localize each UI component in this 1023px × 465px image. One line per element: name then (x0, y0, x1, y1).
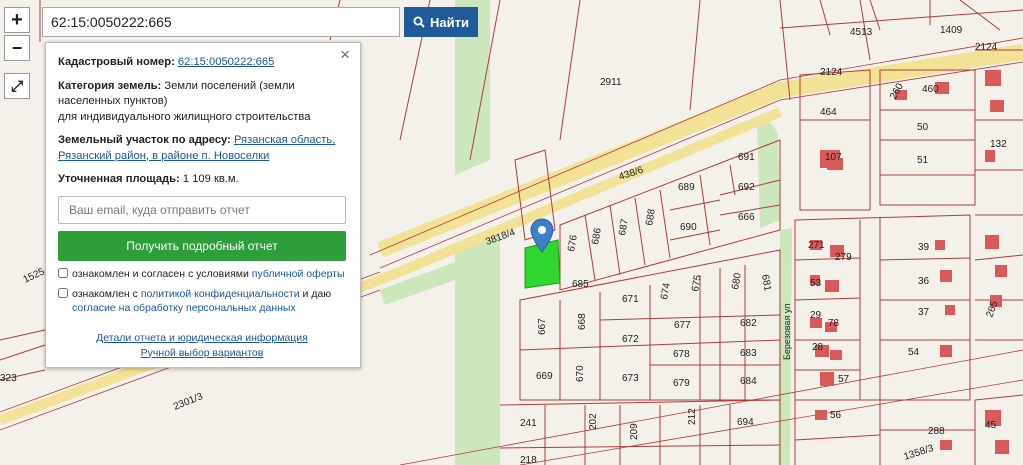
map-label: 28 (812, 342, 824, 353)
parcel-info-popup: × Кадастровый номер: 62:15:0050222:665 К… (45, 42, 361, 368)
map-label: 684 (740, 376, 757, 387)
map-label: 678 (673, 349, 690, 360)
street-label: Березовая ул (782, 304, 792, 360)
cadastral-number-link[interactable]: 62:15:0050222:665 (178, 56, 274, 68)
map-label: 29 (810, 310, 822, 321)
map-label: 45 (985, 420, 997, 431)
map-label: 685 (572, 279, 589, 290)
map-label: 464 (820, 107, 837, 118)
address-label: Земельный участок по адресу: (58, 134, 231, 146)
zoom-in-button[interactable]: + (4, 7, 30, 33)
map-label: 107 (825, 152, 842, 163)
get-report-button[interactable]: Получить подробный отчет (58, 230, 346, 261)
map-label: 51 (917, 155, 929, 166)
map-label: 669 (536, 371, 553, 382)
map-label: 679 (673, 378, 690, 389)
map-label: 670 (575, 365, 586, 382)
privacy-link[interactable]: политикой конфиденциальности (141, 288, 300, 300)
map-label: 672 (622, 334, 639, 345)
area-label: Уточненная площадь: (58, 173, 180, 185)
map-label: 671 (622, 294, 639, 305)
map-label: 39 (918, 242, 930, 253)
map-label: 56 (830, 410, 842, 421)
search-icon (413, 16, 425, 28)
map-label: 241 (520, 418, 537, 429)
details-link[interactable]: Детали отчета и юридическая информация (96, 332, 308, 344)
map-label: 2911 (600, 77, 622, 88)
map-label: 666 (738, 212, 755, 223)
privacy-checkbox[interactable] (58, 287, 68, 298)
land-category-label: Категория земель: (58, 79, 162, 92)
map-label: 677 (674, 320, 691, 331)
email-field[interactable] (58, 195, 346, 224)
zoom-out-button[interactable]: − (4, 35, 30, 61)
manual-selection-link[interactable]: Ручной выбор вариантов (141, 347, 264, 359)
map-label: 78 (828, 318, 840, 329)
map-label: 218 (520, 455, 537, 465)
map-label: 57 (838, 374, 850, 385)
search-button[interactable]: Найти (404, 7, 478, 37)
consent-link[interactable]: согласие на обработку персональных данны… (72, 302, 296, 314)
terms-label: ознакомлен и согласен с условиями публич… (72, 267, 345, 280)
map-label: 36 (918, 276, 930, 287)
map-label: 4513 (850, 27, 873, 38)
search-input[interactable] (42, 7, 400, 37)
map-label: 2124 (975, 42, 998, 53)
map-label: 682 (740, 318, 757, 329)
fullscreen-button[interactable]: ⤢ (4, 73, 30, 99)
map-label: 37 (918, 307, 930, 318)
map-label: 50 (917, 122, 929, 133)
map-label: 689 (678, 182, 695, 193)
map-label: 460 (922, 84, 939, 95)
map-label: 692 (738, 182, 755, 193)
map-label: 673 (622, 373, 639, 384)
map-label: 132 (990, 139, 1007, 150)
map-label: 279 (835, 252, 852, 263)
cadastral-number-label: Кадастровый номер: (58, 56, 175, 68)
map-label: 683 (740, 348, 757, 359)
map-label: 202 (588, 413, 599, 430)
map-label: 694 (737, 417, 754, 428)
map-label: 2124 (820, 67, 843, 78)
search-button-label: Найти (430, 14, 469, 30)
map-label: 271 (808, 240, 825, 251)
map-label: 323 (0, 373, 17, 384)
map-label: 212 (687, 408, 698, 425)
area-value: 1 109 кв.м. (182, 173, 239, 185)
offer-link[interactable]: публичной оферты (252, 268, 345, 280)
map-label: 668 (577, 313, 588, 330)
terms-checkbox[interactable] (58, 267, 68, 278)
close-icon[interactable]: × (340, 46, 350, 62)
land-use-value: для индивидуального жилищного строительс… (58, 110, 311, 123)
map-label: 1409 (940, 25, 963, 36)
map-label: 667 (537, 318, 548, 335)
map-label: 288 (928, 426, 945, 437)
map-label: 690 (680, 222, 697, 233)
privacy-label: ознакомлен с политикой конфиденциальност… (72, 287, 332, 314)
map-label: 209 (629, 423, 640, 440)
map-label: 53 (810, 278, 822, 289)
map-label: 54 (908, 347, 920, 358)
map-label: 691 (738, 152, 755, 163)
